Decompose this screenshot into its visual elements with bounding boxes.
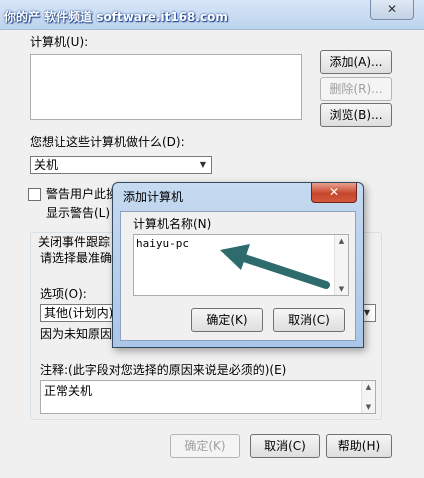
arrow-head xyxy=(220,244,250,270)
arrow-shaft xyxy=(234,252,330,289)
annotation-arrow xyxy=(220,244,330,289)
